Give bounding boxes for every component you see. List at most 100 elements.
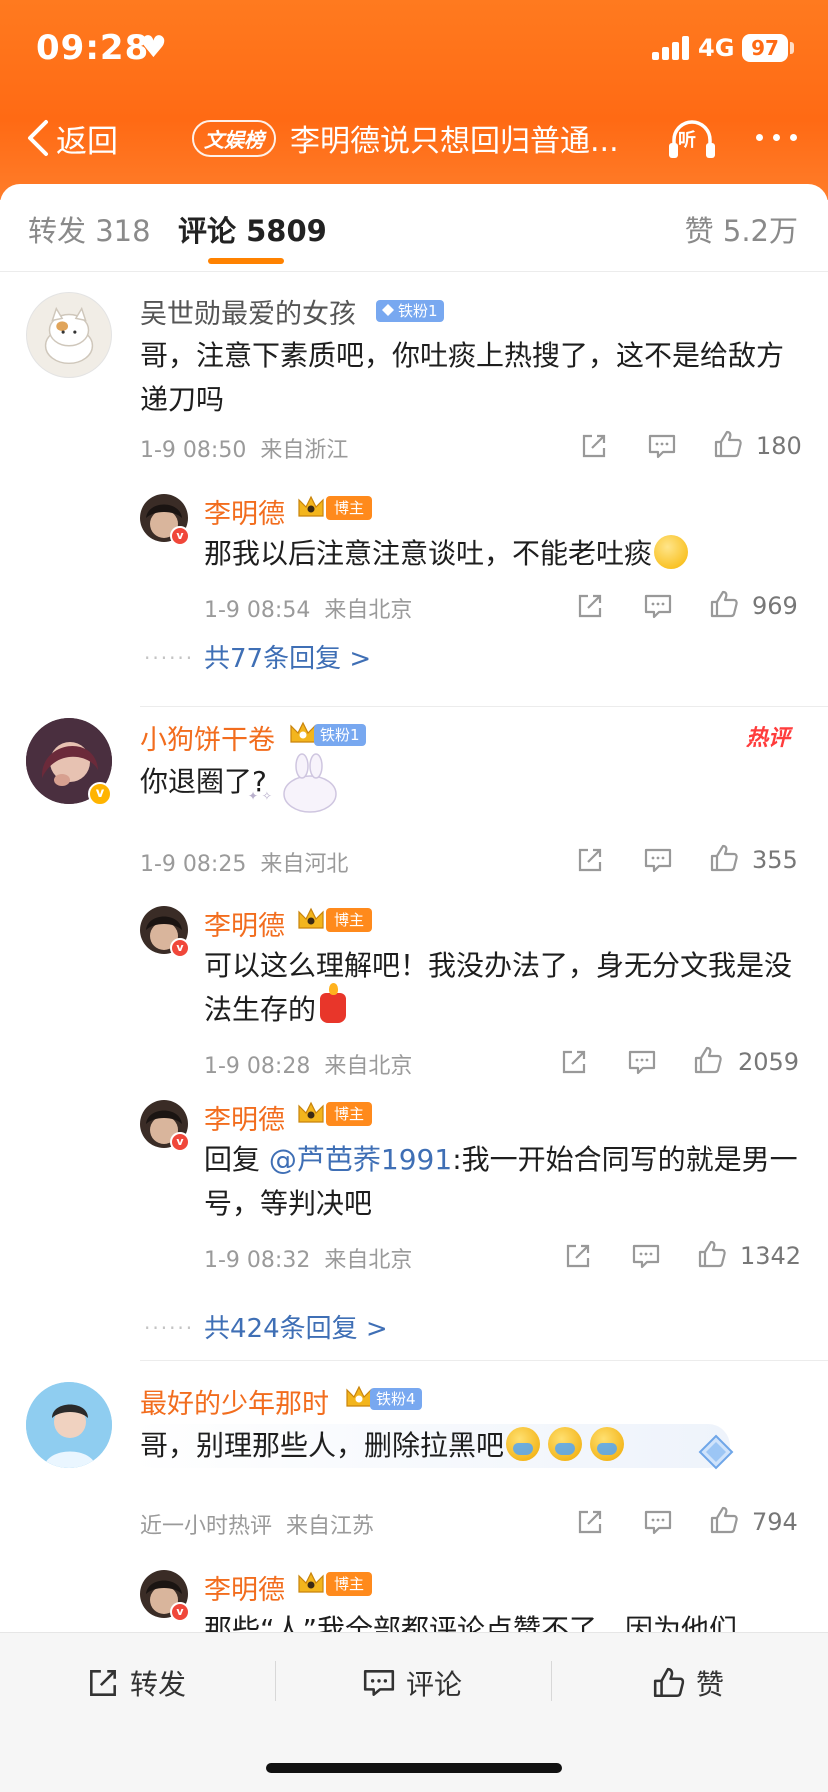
like-button[interactable] (708, 1504, 740, 1536)
like-button[interactable] (692, 1044, 724, 1076)
share-icon (578, 1510, 602, 1534)
like-button[interactable] (708, 842, 740, 874)
dots-divider: ······ (144, 646, 195, 670)
reply-username[interactable]: 李明德 (204, 1568, 285, 1607)
reply-location: 来自北京 (324, 1054, 413, 1079)
navbar: 返回 文娱榜 李明德说只想回归普通... 听 (0, 100, 828, 176)
share-icon (582, 434, 606, 458)
crown-icon (298, 1571, 324, 1593)
tab-like[interactable]: 赞 5.2万 (685, 208, 798, 250)
repost-button[interactable]: 转发 (86, 1663, 186, 1703)
share-button[interactable] (578, 430, 610, 462)
like-button[interactable] (708, 588, 740, 620)
tab-comment[interactable]: 评论 5809 (178, 208, 327, 250)
reply-button[interactable] (642, 590, 674, 622)
crying-emoji-icon (548, 1427, 583, 1461)
comment-text: 哥，别理那些人，删除拉黑吧 (130, 1424, 730, 1468)
fan-level-badge: 铁粉4 (370, 1388, 422, 1410)
view-more-replies-link[interactable]: 共424条回复 > (204, 1308, 388, 1345)
reply-username[interactable]: 李明德 (204, 904, 285, 943)
comment-list[interactable]: 吴世勋最爱的女孩 铁粉1 哥，注意下素质吧，你吐痰上热搜了，这不是给敌方递刀吗 … (0, 272, 828, 1632)
home-indicator (266, 1763, 562, 1773)
host-badge: 博主 (326, 1102, 373, 1126)
share-button[interactable] (558, 1046, 590, 1078)
comment-button[interactable]: 评论 (362, 1663, 462, 1703)
diamond-icon (382, 304, 394, 316)
fan-badge-label: 铁粉1 (398, 302, 438, 320)
comment-time: 近一小时热评 (140, 1514, 273, 1539)
comment-username[interactable]: 吴世勋最爱的女孩 (140, 292, 356, 331)
bunny-sticker-icon: ✦ ✧ (248, 753, 337, 813)
more-options-button[interactable] (752, 122, 802, 152)
bottom-toolbar: 转发 评论 赞 (0, 1632, 828, 1792)
crown-icon (298, 495, 324, 517)
reply-text-content: 那我以后注意注意谈吐，不能老吐痰 (204, 537, 653, 570)
reply-username[interactable]: 李明德 (204, 492, 285, 531)
thumbs-up-icon (653, 1667, 685, 1698)
reply-text: 回复 @芦芭荞1991:我一开始合同写的就是男一号，等判决吧 (204, 1138, 804, 1226)
signal-icon (652, 36, 692, 60)
listen-button[interactable]: 听 (666, 116, 718, 162)
reply-time: 1-9 08:54 (204, 598, 311, 623)
avatar[interactable] (26, 1382, 112, 1468)
fan-level-badge: 铁粉1 (314, 724, 366, 746)
reply-text-content: 可以这么理解吧！我没办法了，身无分文我是没法生存的 (204, 949, 793, 1026)
boy-avatar-image (26, 1382, 112, 1468)
verified-badge-icon: v (170, 526, 190, 546)
tab-bar: 转发 318 评论 5809 赞 5.2万 (0, 184, 828, 272)
status-time: 09:28 (36, 28, 150, 68)
comment-meta: 1-9 08:25 来自河北 (140, 846, 348, 878)
title-text: 李明德说只想回归普通... (290, 124, 619, 159)
share-icon (566, 1244, 590, 1268)
reply-username[interactable]: 李明德 (204, 1098, 285, 1137)
like-count: 1342 (740, 1242, 802, 1270)
reply-meta: 1-9 08:32 来自北京 (204, 1242, 412, 1274)
comment-time: 1-9 08:50 (140, 438, 247, 463)
comment-text-content: 哥，别理那些人，删除拉黑吧 (140, 1429, 505, 1462)
toolbar-divider (275, 1661, 276, 1701)
share-button[interactable] (574, 844, 606, 876)
comment-item: 最好的少年那时 铁粉4 哥，别理那些人，删除拉黑吧 近一小时热评 来自江苏 79… (0, 1364, 828, 1632)
smile-emoji-icon (654, 535, 689, 569)
reply-button[interactable] (646, 430, 678, 462)
share-button[interactable] (574, 590, 606, 622)
comment-location: 来自浙江 (260, 438, 349, 463)
verified-badge-icon: v (88, 782, 112, 806)
dots-divider: ······ (144, 1316, 195, 1340)
reply-button[interactable] (642, 1506, 674, 1538)
status-bar: 09:28 ♥ 4G 97 (0, 0, 828, 96)
share-button[interactable] (562, 1240, 594, 1272)
reply-text: 那些“人”我全部都评论点赞不了，因为他们 (204, 1613, 738, 1632)
hot-comment-tag: 热评 (746, 726, 791, 751)
crying-emoji-icon (506, 1427, 541, 1461)
heart-icon: ♥ (140, 30, 167, 65)
comment-item: v 小狗饼干卷 铁粉1 热评 你退圈了? ✦ ✧ 1-9 08:25 来自河北 … (0, 710, 828, 1280)
like-button[interactable]: 赞 (652, 1663, 724, 1703)
toolbar-divider (551, 1661, 552, 1701)
comment-icon (648, 434, 676, 459)
share-button[interactable] (574, 1506, 606, 1538)
avatar[interactable] (26, 292, 112, 378)
comment-icon (644, 1510, 672, 1535)
comment-icon (644, 848, 672, 873)
comment-username[interactable]: 最好的少年那时 (140, 1382, 329, 1421)
back-button[interactable]: 返回 (24, 114, 118, 162)
fan-level-badge: 铁粉1 (376, 300, 444, 322)
like-button[interactable] (696, 1238, 728, 1270)
mention-link[interactable]: @芦芭荞1991 (269, 1143, 452, 1176)
like-button[interactable] (712, 428, 744, 460)
comment-text: 哥，注意下素质吧，你吐痰上热搜了，这不是给敌方递刀吗 (140, 339, 785, 416)
comment-icon (363, 1670, 395, 1696)
listen-label: 听 (678, 130, 696, 151)
view-more-replies-link[interactable]: 共77条回复 > (204, 638, 371, 675)
tab-repost[interactable]: 转发 318 (28, 208, 151, 250)
share-icon (578, 848, 602, 872)
comment-separator (140, 1360, 828, 1361)
reply-button[interactable] (630, 1240, 662, 1272)
comment-location: 来自江苏 (286, 1514, 375, 1539)
comment-icon (628, 1050, 656, 1075)
reply-button[interactable] (626, 1046, 658, 1078)
reply-button[interactable] (642, 844, 674, 876)
header: 09:28 ♥ 4G 97 返回 文娱榜 李明德说只想回归普通... 听 (0, 0, 828, 200)
verified-badge-icon: v (170, 938, 190, 958)
